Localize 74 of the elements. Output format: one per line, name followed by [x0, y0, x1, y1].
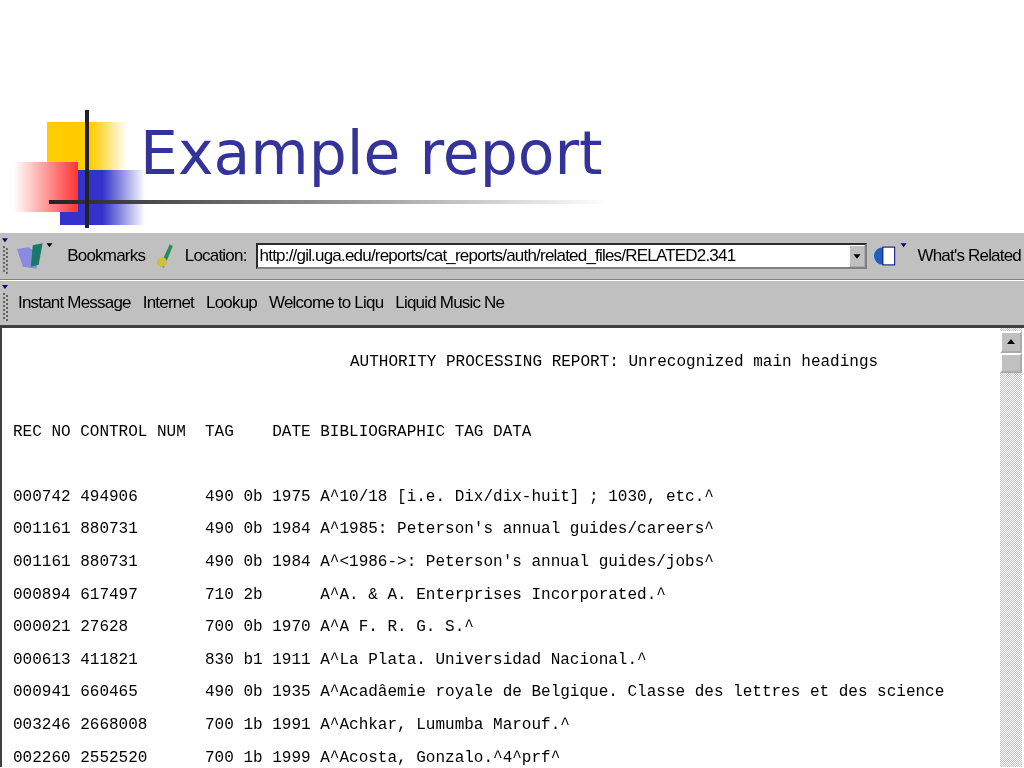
table-cell-text: b1: [243, 650, 264, 669]
table-cell-text: TAG: [205, 423, 235, 442]
table-cell-text: 000894: [13, 585, 72, 604]
personal-toolbar-link[interactable]: Liquid Music Ne: [392, 293, 508, 313]
table-cell-text: A^1985: Peterson's annual guides/careers^: [320, 520, 715, 539]
location-field[interactable]: http://gil.uga.edu/reports/cat_reports/auth/related_files/RELATED2.341: [255, 243, 867, 269]
table-cell-text: 1935: [272, 683, 312, 702]
table-cell-text: A^Achkar, Lumumba Marouf.^: [320, 716, 571, 735]
table-cell-text: 490: [205, 683, 235, 702]
scroll-thumb[interactable]: [1000, 353, 1022, 373]
table-cell-text: 003246: [13, 716, 72, 735]
table-cell-text: 1984: [272, 553, 312, 572]
table-cell-text: 494906: [80, 487, 139, 506]
table-cell-text: 1984: [272, 520, 312, 539]
table-cell-text: A^Acosta, Gonzalo.^4^prf^: [320, 748, 562, 767]
table-cell-text: CONTROL NUM: [80, 423, 187, 442]
table-cell-text: 1991: [272, 716, 312, 735]
table-cell-text: 000941: [13, 683, 72, 702]
table-cell-text: 002260: [13, 748, 72, 767]
personal-toolbar-link[interactable]: Lookup: [203, 293, 260, 313]
table-cell-text: 001161: [13, 520, 72, 539]
table-cell-text: 1b: [243, 716, 264, 735]
table-cell-text: 660465: [80, 683, 139, 702]
table-cell-text: 0b: [243, 520, 264, 539]
table-cell-text: 1970: [272, 618, 312, 637]
table-cell-text: 000742: [13, 487, 72, 506]
table-cell-text: 880731: [80, 520, 139, 539]
table-cell-text: 411821: [80, 650, 139, 669]
table-cell-text: A^<1986->: Peterson's annual guides/jobs^: [320, 553, 715, 572]
table-cell-text: 0b: [243, 487, 264, 506]
table-cell-text: 001161: [13, 553, 72, 572]
table-cell-text: 1911: [272, 650, 312, 669]
table-cell-text: 1b: [243, 748, 264, 767]
table-cell-text: 1999: [272, 748, 312, 767]
toolbar-grip-icon[interactable]: [1, 236, 9, 276]
table-cell-text: A^10/18 [i.e. Dix/dix-huit] ; 1030, etc.^: [320, 487, 715, 506]
table-cell-text: 617497: [80, 585, 139, 604]
location-label: Location:: [183, 246, 248, 266]
table-cell-text: 1975: [272, 487, 312, 506]
toolbar-grip-icon[interactable]: [1, 283, 9, 323]
table-cell-text: 2b: [243, 585, 264, 604]
report-title: AUTHORITY PROCESSING REPORT: Unrecognized main headings: [350, 353, 879, 371]
whats-related-button[interactable]: What's Related: [914, 246, 1024, 266]
slide-title: Example report: [140, 118, 603, 188]
table-cell-text: 710: [205, 585, 235, 604]
table-cell-text: A^A. & A. Enterprises Incorporated.^: [320, 585, 667, 604]
scroll-up-button[interactable]: [1000, 331, 1022, 353]
table-cell-text: 700: [205, 748, 235, 767]
table-cell-text: 490: [205, 520, 235, 539]
table-cell-text: BIBLIOGRAPHIC TAG DATA: [320, 423, 533, 442]
personal-toolbar-link[interactable]: Welcome to Liqu: [266, 293, 387, 313]
table-cell-text: 490: [205, 487, 235, 506]
table-cell-text: 2668008: [80, 716, 149, 735]
table-cell-text: A^A F. R. G. S.^: [320, 618, 475, 637]
table-cell-text: 880731: [80, 553, 139, 572]
table-cell-text: A^Acadâemie royale de Belgique. Classe des lettres et des science: [320, 683, 946, 702]
table-cell-text: A^La Plata. Universidad Nacional.^: [320, 650, 648, 669]
table-cell-text: 0b: [243, 618, 264, 637]
table-cell-text: 27628: [80, 618, 130, 637]
bookmarks-button[interactable]: Bookmarks: [64, 246, 149, 266]
table-cell-text: 0b: [243, 683, 264, 702]
table-cell-text: 830: [205, 650, 235, 669]
table-cell-text: 700: [205, 618, 235, 637]
table-cell-text: 700: [205, 716, 235, 735]
table-cell-text: 000021: [13, 618, 72, 637]
table-cell-text: 490: [205, 553, 235, 572]
scrollbar[interactable]: [1000, 328, 1022, 767]
table-cell-text: 000613: [13, 650, 72, 669]
personal-toolbar-link[interactable]: Internet: [139, 293, 197, 313]
personal-toolbar-link[interactable]: Instant Message: [15, 293, 134, 313]
table-cell-text: REC NO: [13, 423, 72, 442]
table-cell-text: DATE: [272, 423, 312, 442]
table-cell-text: 0b: [243, 553, 264, 572]
table-cell-text: 2552520: [80, 748, 149, 767]
